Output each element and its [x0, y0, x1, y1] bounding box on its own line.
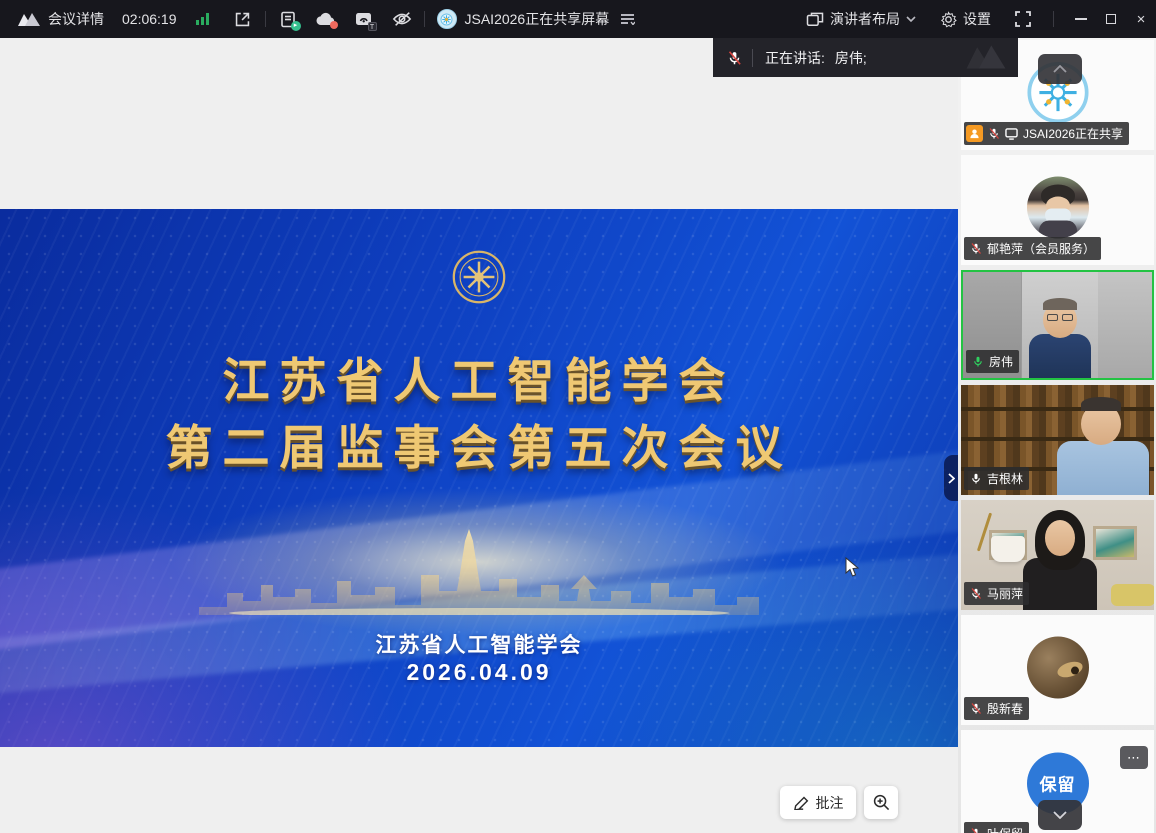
- participant-label: 郁艳萍（会员服务）: [964, 237, 1101, 260]
- record-status-badge: ▸: [291, 21, 301, 31]
- share-detail-icon[interactable]: [617, 9, 637, 29]
- divider: [424, 11, 425, 27]
- host-badge-icon: [966, 125, 983, 142]
- tile-more-button[interactable]: ⋯: [1120, 746, 1148, 769]
- watermark-logo-icon: [960, 42, 1012, 72]
- mic-muted-icon: [970, 242, 982, 255]
- slide-footer-org: 江苏省人工智能学会: [0, 629, 958, 659]
- participant-label: JSAI2026正在共享: [964, 122, 1129, 145]
- sharer-avatar: [437, 9, 457, 29]
- caption-t-badge: T: [368, 22, 377, 31]
- pen-icon: [793, 795, 810, 810]
- divider: [1053, 11, 1054, 27]
- speaking-names: 房伟;: [835, 48, 867, 68]
- speaking-label: 正在讲话:: [765, 48, 825, 68]
- mic-muted-icon: [988, 127, 1000, 140]
- layout-selector[interactable]: 演讲者布局: [806, 9, 916, 29]
- annotate-button[interactable]: 批注: [780, 786, 856, 819]
- slide-title-line2: 第二届监事会第五次会议: [0, 409, 958, 478]
- chevron-down-icon: [906, 16, 916, 22]
- mic-muted-icon: [970, 702, 982, 715]
- participant-tile-yuyanping[interactable]: 郁艳萍（会员服务）: [961, 155, 1154, 265]
- cloud-icon[interactable]: [316, 9, 336, 29]
- participant-tile-yinxinchun[interactable]: 殷新春: [961, 615, 1154, 725]
- mic-active-icon: [972, 355, 984, 368]
- window-close-button[interactable]: ×: [1126, 0, 1156, 38]
- record-doc-icon[interactable]: ▸: [278, 9, 298, 29]
- app-logo-icon: [16, 11, 42, 28]
- magnifier-plus-icon: [873, 794, 890, 811]
- chevron-up-icon: [1053, 65, 1067, 73]
- mic-muted-icon: [970, 587, 982, 600]
- settings-button[interactable]: 设置: [940, 9, 991, 29]
- mic-on-icon: [970, 472, 982, 485]
- sidebar-collapse-handle[interactable]: [944, 455, 958, 501]
- meeting-window: 会议详情 02:06:19 ▸: [0, 0, 1156, 833]
- participant-tile-jigenlin[interactable]: 吉根林: [961, 385, 1154, 495]
- slide-title-line1: 江苏省人工智能学会: [0, 342, 958, 411]
- city-skyline: [199, 527, 759, 615]
- participant-label: 叶保留: [964, 822, 1029, 833]
- screen-share-icon: [1005, 128, 1018, 140]
- sharing-banner: JSAI2026正在共享屏幕: [465, 9, 610, 29]
- participant-label: 房伟: [966, 350, 1019, 373]
- speaking-toast: 正在讲话: 房伟;: [713, 38, 1018, 77]
- shared-screen-stage: 江苏省人工智能学会 第二届监事会第五次会议 江苏省人工智能学会 2026.04.…: [0, 38, 958, 833]
- gear-icon: [940, 11, 957, 28]
- scroll-down-button[interactable]: [1038, 800, 1082, 830]
- mic-muted-icon: [727, 50, 742, 66]
- slide-footer-date: 2026.04.09: [0, 659, 958, 686]
- participant-label: 吉根林: [964, 467, 1029, 490]
- window-maximize-button[interactable]: [1096, 0, 1126, 38]
- presentation-slide: 江苏省人工智能学会 第二届监事会第五次会议 江苏省人工智能学会 2026.04.…: [0, 209, 958, 747]
- stage-toolbar: 批注: [780, 786, 898, 819]
- chevron-down-icon: [1053, 811, 1067, 819]
- mouse-cursor: [845, 557, 860, 578]
- zoom-in-button[interactable]: [864, 786, 898, 819]
- association-emblem-icon: [451, 249, 507, 310]
- titlebar: 会议详情 02:06:19 ▸: [0, 0, 1156, 38]
- cloud-alert-badge: [330, 21, 338, 29]
- participant-label: 马丽萍: [964, 582, 1029, 605]
- divider: [752, 49, 753, 67]
- fullscreen-icon[interactable]: [1013, 9, 1033, 29]
- caption-broadcast-icon[interactable]: T: [354, 9, 374, 29]
- divider: [265, 11, 266, 27]
- chevron-right-icon: [948, 473, 955, 484]
- ellipsis-icon: ⋯: [1127, 750, 1141, 766]
- scroll-up-button[interactable]: [1038, 54, 1082, 84]
- window-minimize-button[interactable]: [1066, 0, 1096, 38]
- network-signal-icon[interactable]: [193, 9, 213, 29]
- popout-icon[interactable]: [233, 9, 253, 29]
- participant-avatar: [1027, 637, 1089, 699]
- participant-tile-fangwei[interactable]: 房伟: [961, 270, 1154, 380]
- meeting-details-button[interactable]: 会议详情: [48, 9, 104, 29]
- eye-slash-icon[interactable]: [392, 9, 412, 29]
- meeting-timer: 02:06:19: [122, 11, 177, 27]
- participant-label: 殷新春: [964, 697, 1029, 720]
- participant-avatar: [1027, 177, 1089, 239]
- participant-tile-maliping[interactable]: 马丽萍: [961, 500, 1154, 610]
- mic-muted-icon: [970, 827, 982, 833]
